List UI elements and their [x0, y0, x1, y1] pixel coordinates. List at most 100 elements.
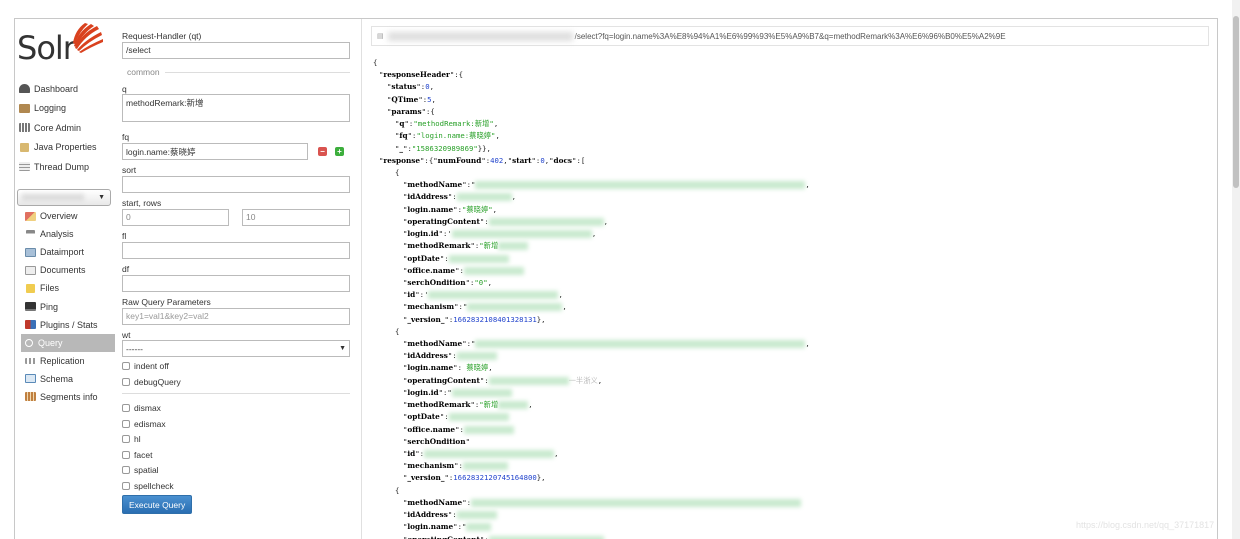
add-fq-icon[interactable]: + — [335, 147, 344, 156]
redacted-value — [448, 413, 509, 422]
rows-input[interactable]: 10 — [242, 209, 350, 226]
nav-item-logging[interactable]: Logging — [19, 99, 115, 119]
nav-item-core-admin[interactable]: Core Admin — [19, 118, 115, 138]
checkbox-box[interactable] — [122, 451, 130, 459]
json-value: "新增 — [479, 400, 499, 410]
df-input[interactable] — [122, 275, 350, 292]
page-scrollbar[interactable] — [1232, 0, 1240, 539]
json-value: 1662832120745164800 — [453, 473, 537, 483]
json-value: 402 — [490, 155, 504, 165]
logo-text: Solr — [17, 29, 76, 67]
edismax-checkbox[interactable]: edismax — [122, 419, 166, 429]
debug-query-checkbox[interactable]: debugQuery — [122, 377, 181, 387]
common-label: common — [122, 67, 165, 77]
df-label: df — [122, 264, 130, 274]
json-value: "0" — [474, 277, 488, 287]
json-key: idAddress — [407, 510, 448, 520]
wt-value: ------ — [126, 343, 143, 354]
start-input[interactable]: 0 — [122, 209, 229, 226]
checkbox-box[interactable] — [122, 378, 130, 386]
nav-label: Dashboard — [34, 83, 79, 94]
url-host-redacted — [387, 31, 573, 41]
nav-item-thread-dump[interactable]: Thread Dump — [19, 157, 115, 177]
redacted-value — [488, 376, 569, 385]
json-line: "login.name": 蔡晓婷, — [403, 363, 493, 373]
json-key: serchOndition — [407, 277, 466, 287]
json-value: 1662832108401328131 — [453, 314, 537, 324]
hl-label: hl — [134, 434, 141, 444]
redacted-value — [448, 254, 509, 263]
json-line: "_version_":1662832120745164800}, — [403, 473, 546, 483]
sort-input[interactable] — [122, 176, 350, 193]
core-selector[interactable]: ▼ — [17, 189, 111, 206]
core-item-overview[interactable]: Overview — [21, 207, 115, 225]
core-item-schema[interactable]: Schema — [21, 370, 115, 388]
core-item-files[interactable]: Files — [21, 279, 115, 297]
url-icon: ▤ — [377, 33, 384, 40]
json-value: 蔡晓婷 — [466, 363, 489, 373]
json-line: "serchOndition" — [403, 436, 471, 446]
core-item-documents[interactable]: Documents — [21, 261, 115, 279]
fl-input[interactable] — [122, 242, 350, 259]
json-value: "1586320989869" — [411, 143, 478, 153]
redacted-value — [451, 230, 592, 239]
hl-checkbox[interactable]: hl — [122, 434, 141, 444]
json-line: "operatingContent": 一半浙义, — [403, 375, 603, 385]
checkbox-box[interactable] — [122, 466, 130, 474]
core-item-dataimport[interactable]: Dataimport — [21, 243, 115, 261]
facet-checkbox[interactable]: facet — [122, 450, 152, 460]
nav-item-dashboard[interactable]: Dashboard — [19, 79, 115, 99]
json-key: _ — [399, 143, 404, 153]
redacted-value — [498, 242, 529, 251]
indent-label: indent off — [134, 361, 169, 371]
fq-input[interactable]: login.name:蔡晓婷 — [122, 143, 308, 160]
json-line: "methodName":", — [403, 180, 810, 190]
core-item-replication[interactable]: Replication — [21, 352, 115, 370]
url-path: /select?fq=login.name%3A%E8%94%A1%E6%99%… — [574, 31, 1006, 41]
dismax-label: dismax — [134, 403, 161, 413]
json-value: "蔡晓婷" — [461, 204, 493, 214]
indent-checkbox[interactable]: indent off — [122, 361, 169, 371]
ping-icon — [25, 302, 36, 312]
spellcheck-checkbox[interactable]: spellcheck — [122, 481, 174, 491]
redacted-value — [470, 498, 801, 507]
request-url-link[interactable]: ▤ /select?fq=login.name%3A%E8%94%A1%E6%9… — [371, 26, 1209, 46]
redacted-value — [498, 401, 529, 410]
json-line: "params":{ — [387, 106, 435, 116]
nav-item-java-properties[interactable]: Java Properties — [19, 138, 115, 158]
json-key: office.name — [407, 265, 456, 275]
checkbox-box[interactable] — [122, 482, 130, 490]
raw-params-input[interactable]: key1=val1&key2=val2 — [122, 308, 350, 325]
json-value: "新增 — [479, 241, 499, 251]
remove-fq-icon[interactable]: − — [318, 147, 327, 156]
checkbox-box[interactable] — [122, 404, 130, 412]
core-item-query[interactable]: Query — [21, 333, 115, 352]
redacted-value — [488, 535, 604, 539]
core-item-segments-info[interactable]: Segments info — [21, 388, 115, 406]
json-line: "idAddress":, — [403, 192, 517, 202]
core-label: Dataimport — [40, 247, 85, 258]
json-key: start — [512, 155, 532, 165]
json-line: "serchOndition":"0", — [403, 277, 492, 287]
dismax-checkbox[interactable]: dismax — [122, 403, 161, 413]
solr-logo[interactable]: Solr — [17, 23, 107, 67]
qt-input[interactable]: /select — [122, 42, 350, 59]
json-key: methodRemark — [407, 241, 471, 251]
checkbox-box[interactable] — [122, 435, 130, 443]
checkbox-box[interactable] — [122, 362, 130, 370]
core-item-analysis[interactable]: Analysis — [21, 225, 115, 243]
wt-select[interactable]: ------ ▼ — [122, 340, 350, 357]
core-item-plugins-stats[interactable]: Plugins / Stats — [21, 316, 115, 334]
json-line: { — [395, 485, 400, 495]
json-key: operatingContent — [407, 216, 480, 226]
spatial-checkbox[interactable]: spatial — [122, 465, 159, 475]
json-line: "optDate": — [373, 411, 1213, 423]
checkbox-box[interactable] — [122, 420, 130, 428]
scrollbar-thumb[interactable] — [1233, 16, 1239, 188]
core-item-ping[interactable]: Ping — [21, 297, 115, 315]
execute-query-button[interactable]: Execute Query — [122, 495, 193, 514]
q-input[interactable]: methodRemark:新增 — [122, 94, 350, 122]
redacted-value — [463, 266, 524, 275]
core-admin-icon — [19, 123, 30, 133]
json-key: login.name — [407, 204, 454, 214]
